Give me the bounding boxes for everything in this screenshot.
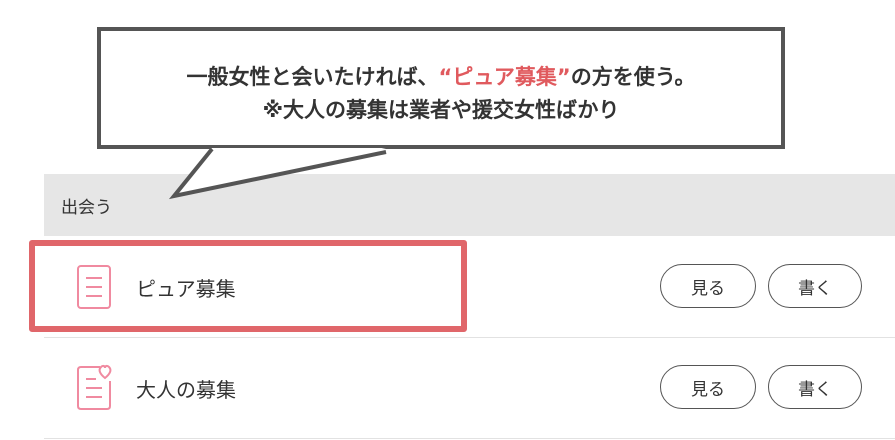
- callout-line-1-suffix: の方を使う。: [570, 65, 696, 89]
- callout-bubble: 一般女性と会いたければ、“ピュア募集”の方を使う。 ※大人の募集は業者や援交女性…: [97, 27, 785, 149]
- callout-line-1-prefix: 一般女性と会いたければ、: [186, 65, 439, 89]
- document-heart-icon: [77, 364, 112, 410]
- callout-line-1: 一般女性と会いたければ、“ピュア募集”の方を使う。: [101, 61, 781, 94]
- list-item-label: ピュア募集: [136, 277, 236, 301]
- callout-tail: [168, 148, 387, 200]
- document-lines-icon: [77, 265, 111, 309]
- list-item-pure-recruit[interactable]: ピュア募集 見る 書く: [44, 237, 895, 338]
- view-button[interactable]: 見る: [660, 264, 756, 308]
- callout-text: 一般女性と会いたければ、“ピュア募集”の方を使う。 ※大人の募集は業者や援交女性…: [101, 61, 781, 127]
- callout-highlight: “ピュア募集”: [438, 65, 571, 89]
- view-button[interactable]: 見る: [660, 365, 756, 409]
- section-title: 出会う: [61, 198, 112, 218]
- list-item-label: 大人の募集: [136, 378, 236, 402]
- write-button[interactable]: 書く: [768, 264, 862, 308]
- callout-line-2: ※大人の募集は業者や援交女性ばかり: [262, 98, 620, 122]
- list-item-adult-recruit[interactable]: 大人の募集 見る 書く: [44, 338, 895, 439]
- write-button[interactable]: 書く: [768, 365, 862, 409]
